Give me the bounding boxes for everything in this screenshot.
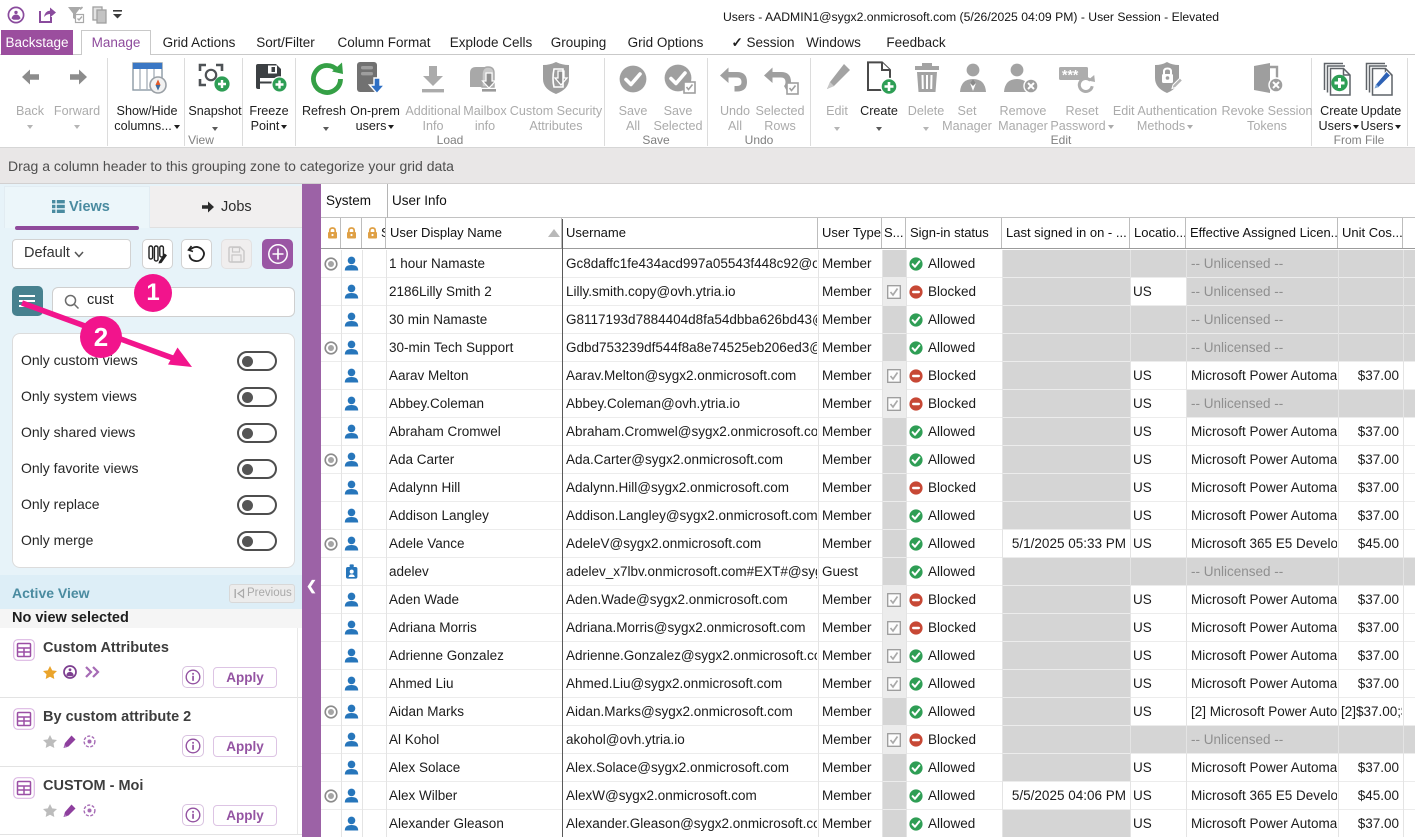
- svg-text:***: ***: [1062, 67, 1079, 83]
